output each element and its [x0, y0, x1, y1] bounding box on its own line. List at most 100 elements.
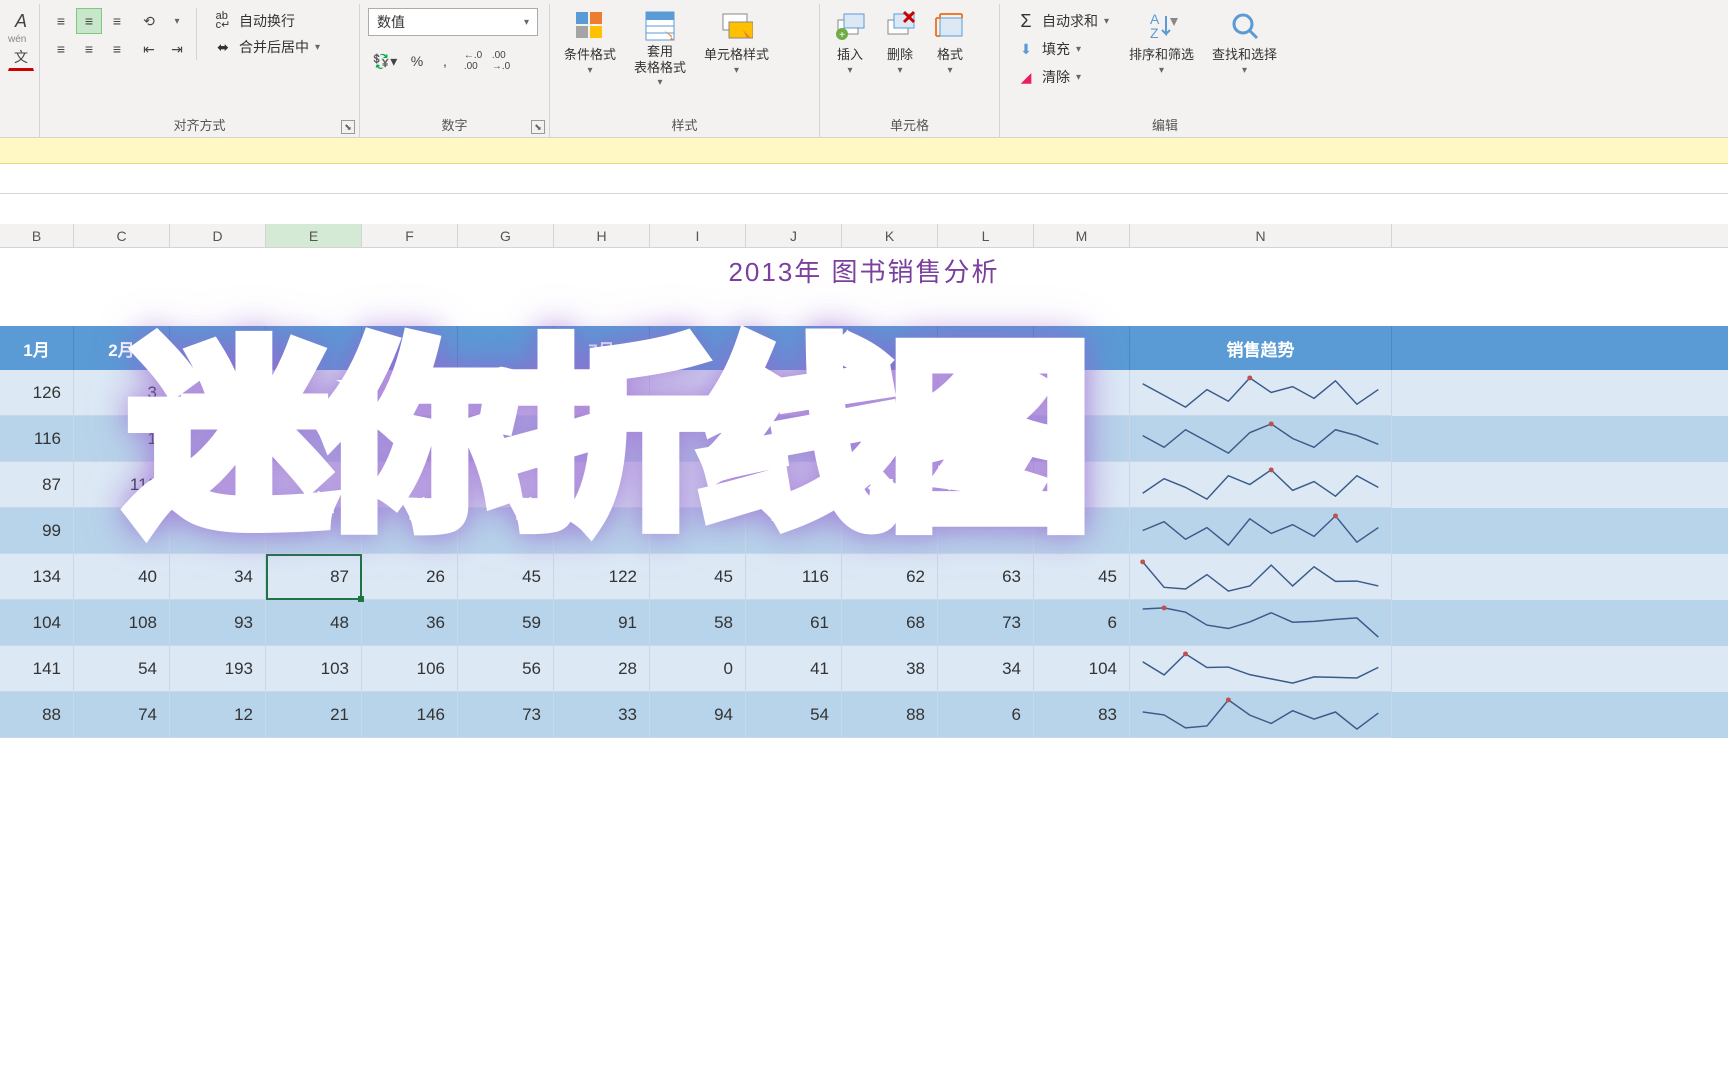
orientation-dropdown[interactable]: ▾: [164, 8, 190, 34]
comma-icon[interactable]: ,: [432, 48, 458, 74]
table-header[interactable]: [362, 326, 458, 370]
table-header[interactable]: [842, 326, 938, 370]
data-cell[interactable]: [458, 462, 554, 508]
data-cell[interactable]: 99: [0, 508, 74, 554]
data-cell[interactable]: 68: [842, 600, 938, 646]
data-cell[interactable]: 87: [0, 462, 74, 508]
col-header-H[interactable]: H: [554, 224, 650, 247]
data-cell[interactable]: 56: [458, 646, 554, 692]
data-cell[interactable]: 74: [74, 692, 170, 738]
data-cell[interactable]: 104: [1034, 646, 1130, 692]
decrease-indent-icon[interactable]: ⇤: [136, 36, 162, 62]
sparkline-cell[interactable]: [1130, 416, 1392, 462]
data-cell[interactable]: 61: [746, 600, 842, 646]
data-cell[interactable]: 38: [842, 646, 938, 692]
align-top-icon[interactable]: ≡: [48, 8, 74, 34]
data-cell[interactable]: 103: [266, 646, 362, 692]
data-cell[interactable]: 45: [458, 554, 554, 600]
data-cell[interactable]: [650, 370, 746, 416]
data-cell[interactable]: [1034, 370, 1130, 416]
data-cell[interactable]: 106: [362, 646, 458, 692]
data-cell[interactable]: 88: [842, 692, 938, 738]
data-cell[interactable]: 36: [362, 600, 458, 646]
format-as-table-button[interactable]: 套用 表格格式▾: [628, 8, 692, 90]
data-cell[interactable]: [170, 416, 266, 462]
align-right-icon[interactable]: ≡: [104, 36, 130, 62]
sparkline-cell[interactable]: [1130, 646, 1392, 692]
table-header[interactable]: [170, 326, 266, 370]
data-cell[interactable]: 88: [0, 692, 74, 738]
data-cell[interactable]: 40: [74, 554, 170, 600]
sort-filter-button[interactable]: AZ 排序和筛选▾: [1123, 8, 1200, 78]
data-cell[interactable]: 63: [938, 554, 1034, 600]
data-cell[interactable]: 26: [362, 554, 458, 600]
data-cell[interactable]: 1: [74, 416, 170, 462]
data-cell[interactable]: [362, 508, 458, 554]
data-cell[interactable]: [554, 508, 650, 554]
number-format-dropdown[interactable]: 数值▾: [368, 8, 538, 36]
data-cell[interactable]: [266, 416, 362, 462]
align-middle-icon[interactable]: ≡: [76, 8, 102, 34]
increase-decimal-icon[interactable]: ←.0.00: [460, 48, 486, 74]
clear-button[interactable]: ◢ 清除▾: [1008, 64, 1117, 90]
data-cell[interactable]: 3: [74, 370, 170, 416]
data-cell[interactable]: 54: [74, 646, 170, 692]
data-cell[interactable]: [650, 508, 746, 554]
data-cell[interactable]: 108: [74, 600, 170, 646]
data-cell[interactable]: 87: [266, 554, 362, 600]
formula-bar[interactable]: [0, 164, 1728, 194]
data-cell[interactable]: 21: [266, 692, 362, 738]
col-header-B[interactable]: B: [0, 224, 74, 247]
data-cell[interactable]: 134: [0, 554, 74, 600]
data-cell[interactable]: [362, 370, 458, 416]
data-cell[interactable]: 116: [0, 416, 74, 462]
data-cell[interactable]: 45: [650, 554, 746, 600]
data-cell[interactable]: 104: [0, 600, 74, 646]
data-cell[interactable]: 73: [458, 692, 554, 738]
table-header[interactable]: 销售趋势: [1130, 326, 1392, 370]
data-cell[interactable]: [170, 462, 266, 508]
find-select-button[interactable]: 查找和选择▾: [1206, 8, 1283, 78]
autosum-button[interactable]: Σ 自动求和▾: [1008, 8, 1117, 34]
col-header-L[interactable]: L: [938, 224, 1034, 247]
align-bottom-icon[interactable]: ≡: [104, 8, 130, 34]
data-cell[interactable]: 45: [1034, 554, 1130, 600]
data-cell[interactable]: [362, 416, 458, 462]
data-cell[interactable]: [458, 416, 554, 462]
data-cell[interactable]: [842, 508, 938, 554]
format-button[interactable]: 格式▾: [928, 8, 972, 78]
percent-icon[interactable]: %: [404, 48, 430, 74]
table-header[interactable]: [266, 326, 362, 370]
table-header[interactable]: [458, 326, 554, 370]
data-cell[interactable]: [746, 370, 842, 416]
data-cell[interactable]: 34: [170, 554, 266, 600]
data-cell[interactable]: 93: [170, 600, 266, 646]
data-cell[interactable]: [1034, 462, 1130, 508]
data-cell[interactable]: 122: [554, 554, 650, 600]
col-header-J[interactable]: J: [746, 224, 842, 247]
currency-icon[interactable]: 💱▾: [368, 48, 402, 74]
column-headers[interactable]: BCDEFGHIJKLMN: [0, 224, 1728, 248]
data-cell[interactable]: 33: [554, 692, 650, 738]
data-cell[interactable]: 58: [650, 600, 746, 646]
sparkline-cell[interactable]: [1130, 462, 1392, 508]
data-cell[interactable]: 94: [650, 692, 746, 738]
font-size-btn[interactable]: A: [8, 8, 34, 34]
data-cell[interactable]: 34: [938, 646, 1034, 692]
data-cell[interactable]: 6: [938, 692, 1034, 738]
cell-styles-button[interactable]: 单元格样式▾: [698, 8, 775, 78]
data-cell[interactable]: [746, 508, 842, 554]
sparkline-cell[interactable]: [1130, 692, 1392, 738]
col-header-C[interactable]: C: [74, 224, 170, 247]
data-cell[interactable]: 83: [1034, 692, 1130, 738]
data-cell[interactable]: 54: [746, 692, 842, 738]
decrease-decimal-icon[interactable]: .00→.0: [488, 48, 514, 74]
table-header[interactable]: 2月: [74, 326, 170, 370]
col-header-E[interactable]: E: [266, 224, 362, 247]
table-header[interactable]: [1034, 326, 1130, 370]
data-cell[interactable]: 6: [1034, 600, 1130, 646]
data-cell[interactable]: [170, 370, 266, 416]
data-cell[interactable]: 48: [266, 600, 362, 646]
data-cell[interactable]: 116: [74, 462, 170, 508]
col-header-I[interactable]: I: [650, 224, 746, 247]
